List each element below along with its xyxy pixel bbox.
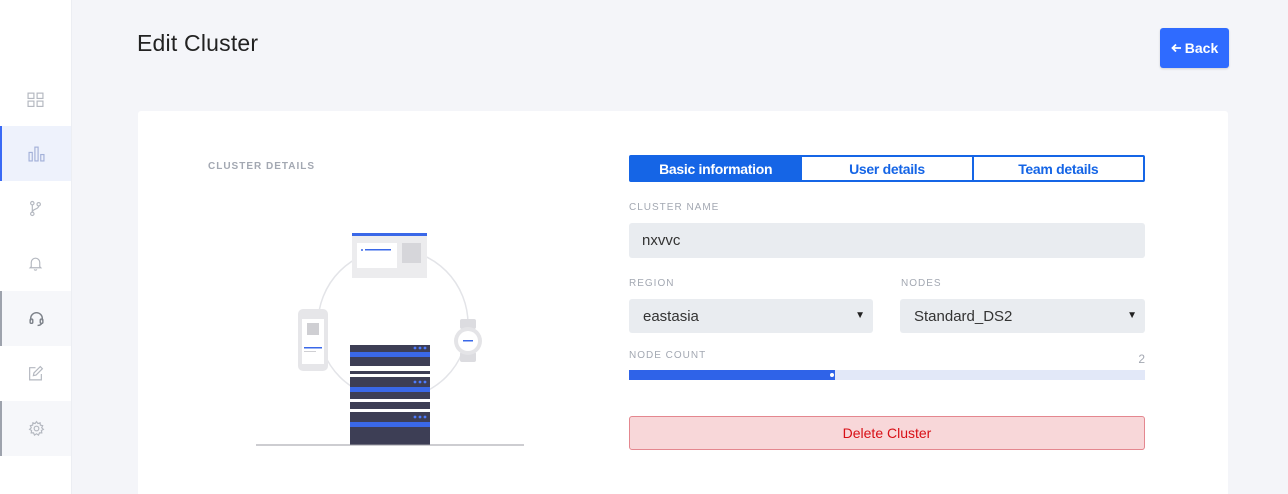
back-button-label: Back: [1184, 40, 1219, 56]
bell-icon: [28, 257, 43, 271]
edit-icon: [29, 365, 44, 381]
sidebar-item-branches[interactable]: [0, 181, 71, 236]
cluster-illustration: [256, 233, 524, 446]
dashboard-grid-icon: [27, 92, 44, 107]
sidebar-item-support[interactable]: [0, 291, 71, 346]
sidebar-item-dashboard[interactable]: [0, 72, 71, 127]
settings-icon: [28, 420, 45, 436]
sidebar: [0, 0, 72, 494]
delete-cluster-button[interactable]: Delete Cluster: [629, 416, 1145, 450]
node-count-label: NODE COUNT: [629, 350, 707, 361]
caret-down-icon: ▼: [1127, 310, 1137, 321]
region-value: eastasia: [643, 307, 699, 325]
tab-team-details[interactable]: Team details: [971, 157, 1143, 180]
tab-user-details[interactable]: User details: [800, 157, 972, 180]
region-select[interactable]: eastasia ▼: [629, 299, 873, 333]
bar-chart-icon: [28, 146, 45, 162]
slider-thumb[interactable]: [829, 372, 835, 378]
region-label: REGION: [629, 278, 675, 289]
git-branch-icon: [30, 200, 41, 217]
sidebar-item-edit[interactable]: [0, 346, 71, 401]
cluster-name-label: CLUSTER NAME: [629, 202, 720, 213]
nodes-value: Standard_DS2: [914, 307, 1013, 325]
tab-bar: Basic information User details Team deta…: [629, 155, 1145, 182]
cluster-card: CLUSTER DETAILS Basic information User d…: [138, 111, 1228, 494]
sidebar-item-settings[interactable]: [0, 401, 71, 456]
headset-icon: [29, 311, 44, 327]
back-button[interactable]: Back: [1160, 28, 1229, 68]
slider-fill: [629, 370, 835, 380]
nodes-label: NODES: [901, 278, 942, 289]
page-title: Edit Cluster: [137, 30, 259, 56]
node-count-value: 2: [1138, 352, 1145, 366]
tab-basic-information[interactable]: Basic information: [631, 157, 801, 180]
sidebar-item-analytics[interactable]: [0, 126, 71, 181]
arrow-left-icon: [1170, 40, 1182, 56]
nodes-select[interactable]: Standard_DS2 ▼: [900, 299, 1145, 333]
cluster-name-input[interactable]: nxvvc: [629, 223, 1145, 258]
section-label: CLUSTER DETAILS: [208, 161, 316, 172]
caret-down-icon: ▼: [855, 310, 865, 321]
sidebar-item-notifications[interactable]: [0, 236, 71, 291]
node-count-slider[interactable]: [629, 370, 1145, 380]
